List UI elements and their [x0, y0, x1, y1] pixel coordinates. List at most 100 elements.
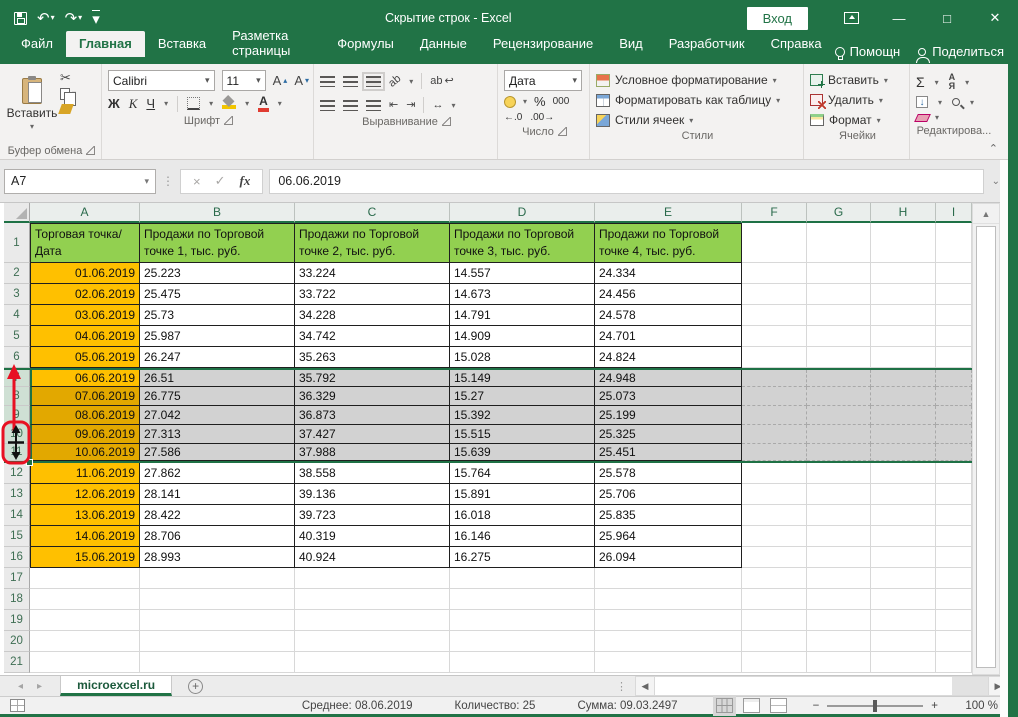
tab-Главная[interactable]: Главная — [65, 30, 145, 57]
cell-C11[interactable]: 37.988 — [295, 444, 450, 461]
cell-F18[interactable] — [742, 589, 807, 610]
cell-G14[interactable] — [807, 505, 871, 526]
cell-G21[interactable] — [807, 652, 871, 673]
column-header-G[interactable]: G — [807, 203, 871, 223]
cell-H17[interactable] — [871, 568, 936, 589]
cell-H9[interactable] — [871, 406, 936, 425]
select-all-corner[interactable] — [4, 203, 30, 223]
row-header-2[interactable]: 2 — [4, 263, 30, 284]
cell-C8[interactable]: 36.329 — [295, 387, 450, 406]
minimize-button[interactable]: — — [878, 3, 920, 33]
cell-G8[interactable] — [807, 387, 871, 406]
number-dialog-launcher[interactable] — [557, 127, 567, 136]
cell-C17[interactable] — [295, 568, 450, 589]
maximize-button[interactable]: □ — [926, 3, 968, 33]
cell-B6[interactable]: 26.247 — [140, 347, 295, 368]
row-header-6[interactable]: 6 — [4, 347, 30, 368]
cell-I18[interactable] — [936, 589, 972, 610]
tab-Разработчик[interactable]: Разработчик — [656, 31, 758, 57]
cell-C7[interactable]: 35.792 — [295, 370, 450, 387]
cell-A18[interactable] — [30, 589, 140, 610]
cell-E1[interactable]: Продажи по Торговой точке 4, тыс. руб. — [595, 223, 742, 263]
cell-B13[interactable]: 28.141 — [140, 484, 295, 505]
cell-F13[interactable] — [742, 484, 807, 505]
align-left-button[interactable] — [320, 99, 335, 111]
cell-C14[interactable]: 39.723 — [295, 505, 450, 526]
cell-H1[interactable] — [871, 223, 936, 263]
number-format-select[interactable]: Дата ▾ — [504, 70, 582, 91]
assistant-menu[interactable]: Помощн — [834, 44, 900, 60]
cell-B9[interactable]: 27.042 — [140, 406, 295, 425]
cell-C21[interactable] — [295, 652, 450, 673]
zoom-out-icon[interactable]: − — [813, 700, 820, 712]
paste-button[interactable]: Вставить ▾ — [6, 67, 58, 142]
cell-E8[interactable]: 25.073 — [595, 387, 742, 406]
cell-H3[interactable] — [871, 284, 936, 305]
font-size-select[interactable]: 11 ▾ — [221, 70, 266, 91]
cell-F17[interactable] — [742, 568, 807, 589]
cell-A7[interactable]: 06.06.2019 — [30, 370, 140, 387]
cell-H12[interactable] — [871, 463, 936, 484]
cell-E6[interactable]: 24.824 — [595, 347, 742, 368]
column-header-I[interactable]: I — [936, 203, 972, 223]
column-header-B[interactable]: B — [140, 203, 295, 223]
cell-G4[interactable] — [807, 305, 871, 326]
cell-G19[interactable] — [807, 610, 871, 631]
cell-C18[interactable] — [295, 589, 450, 610]
scroll-left-icon[interactable]: ◀ — [635, 676, 655, 696]
cell-D5[interactable]: 14.909 — [450, 326, 595, 347]
decrease-decimal-button[interactable]: .00→ — [530, 112, 554, 123]
cell-F1[interactable] — [742, 223, 807, 263]
cell-B2[interactable]: 25.223 — [140, 263, 295, 284]
cell-I3[interactable] — [936, 284, 972, 305]
cell-C12[interactable]: 38.558 — [295, 463, 450, 484]
cell-C3[interactable]: 33.722 — [295, 284, 450, 305]
cell-D21[interactable] — [450, 652, 595, 673]
grow-font-button[interactable]: A ▴ — [273, 74, 288, 87]
cell-E5[interactable]: 24.701 — [595, 326, 742, 347]
prev-sheet-icon[interactable]: ◂ — [18, 681, 23, 692]
cell-C5[interactable]: 34.742 — [295, 326, 450, 347]
cell-I1[interactable] — [936, 223, 972, 263]
column-header-C[interactable]: C — [295, 203, 450, 223]
cell-G6[interactable] — [807, 347, 871, 368]
row-header-19[interactable]: 19 — [4, 610, 30, 631]
tab-Вид[interactable]: Вид — [606, 31, 656, 57]
cell-E14[interactable]: 25.835 — [595, 505, 742, 526]
decrease-indent-button[interactable]: ⇤ — [389, 99, 398, 111]
name-box[interactable]: A7 ▾ — [4, 168, 156, 194]
cell-A3[interactable]: 02.06.2019 — [30, 284, 140, 305]
cell-C15[interactable]: 40.319 — [295, 526, 450, 547]
cell-C2[interactable]: 33.224 — [295, 263, 450, 284]
cell-B8[interactable]: 26.775 — [140, 387, 295, 406]
cell-H4[interactable] — [871, 305, 936, 326]
vertical-scroll-thumb[interactable] — [976, 226, 996, 668]
cell-B4[interactable]: 25.73 — [140, 305, 295, 326]
normal-view-button[interactable] — [712, 695, 736, 716]
font-color-button[interactable]: А — [258, 94, 269, 113]
tab-Разметка страницы[interactable]: Разметка страницы — [219, 23, 324, 64]
tab-Рецензирование[interactable]: Рецензирование — [480, 31, 606, 57]
comma-format-button[interactable]: 000 — [553, 96, 570, 107]
insert-cells-button[interactable]: Вставить ▾ — [810, 73, 905, 88]
cell-F7[interactable] — [742, 370, 807, 387]
cell-I19[interactable] — [936, 610, 972, 631]
cell-C9[interactable]: 36.873 — [295, 406, 450, 425]
cell-A13[interactable]: 12.06.2019 — [30, 484, 140, 505]
selection-fill-handle[interactable] — [26, 459, 33, 466]
cut-button[interactable]: ✂ — [60, 71, 76, 84]
cell-G10[interactable] — [807, 425, 871, 444]
cell-G1[interactable] — [807, 223, 871, 263]
clear-icon[interactable] — [914, 113, 931, 122]
cell-C6[interactable]: 35.263 — [295, 347, 450, 368]
find-select-icon[interactable] — [952, 98, 961, 106]
cell-C13[interactable]: 39.136 — [295, 484, 450, 505]
cell-I8[interactable] — [936, 387, 972, 406]
expand-formula-bar-icon[interactable]: ⌄ — [990, 176, 1000, 187]
cell-D10[interactable]: 15.515 — [450, 425, 595, 444]
column-header-A[interactable]: A — [30, 203, 140, 223]
cell-E12[interactable]: 25.578 — [595, 463, 742, 484]
cell-F14[interactable] — [742, 505, 807, 526]
cell-I16[interactable] — [936, 547, 972, 568]
increase-decimal-button[interactable]: ←.0 — [504, 112, 522, 123]
